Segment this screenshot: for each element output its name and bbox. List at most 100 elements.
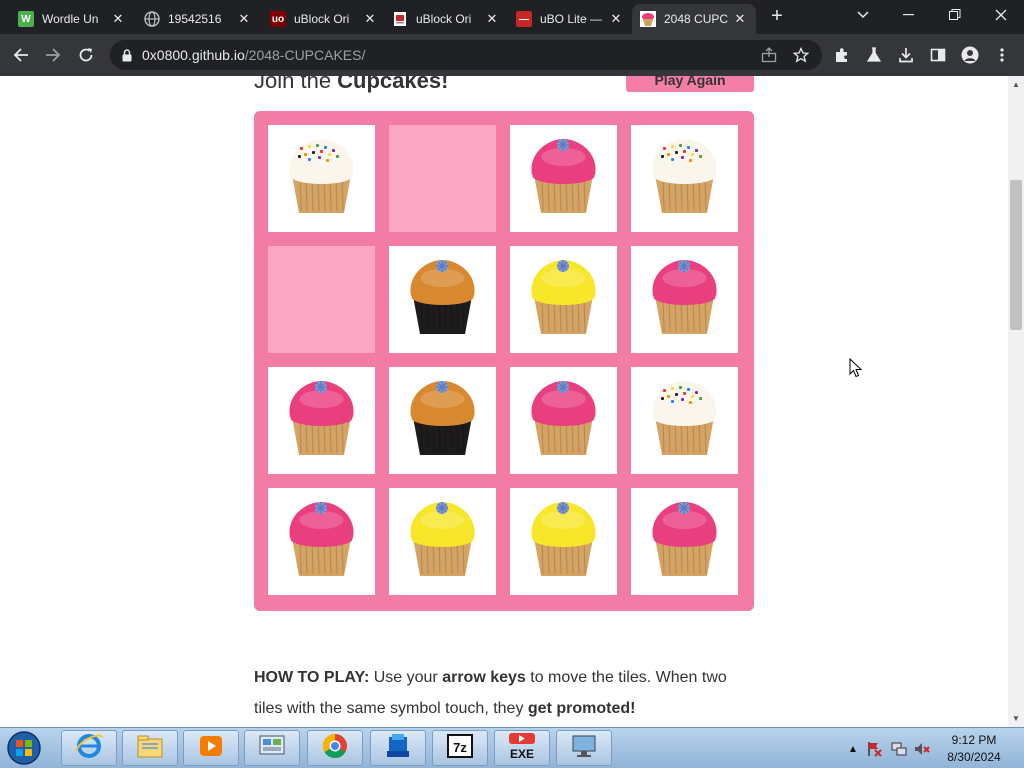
forward-button[interactable] [39,41,67,69]
reload-icon [79,48,93,62]
taskbar-file-explorer-button[interactable] [122,730,178,766]
tab-title: 2048 CUPC [664,12,729,26]
download-icon[interactable] [896,45,916,65]
ubo-lite-icon: — [516,11,532,27]
reload-button[interactable] [72,41,100,69]
cupcake-favicon [640,11,656,27]
minimize-icon [903,14,914,16]
tab-0[interactable]: W Wordle Un ✕ [10,4,134,34]
document-icon [392,11,408,27]
restore-button[interactable] [932,0,978,30]
share-icon[interactable] [760,46,778,64]
pink-cupcake-tile [631,488,738,595]
tab-3[interactable]: uBlock Ori ✕ [384,4,508,34]
tab-close-icon[interactable]: ✕ [362,11,378,27]
tab-close-icon[interactable]: ✕ [732,11,748,27]
wordle-w-icon: W [18,11,34,27]
yellow-cupcake-icon [531,260,596,334]
media-player-icon [196,731,226,766]
close-window-button[interactable] [978,0,1024,30]
yellow-cupcake-icon [531,502,596,576]
kebab-menu-icon[interactable] [992,45,1012,65]
show-hidden-icons-icon[interactable]: ▲ [845,741,861,757]
page-heading: Join the Cupcakes! [254,76,448,94]
tab-4[interactable]: — uBO Lite — ✕ [508,4,632,34]
tab-close-icon[interactable]: ✕ [484,11,500,27]
taskbar-media-player-button[interactable] [183,730,239,766]
vertical-scrollbar[interactable] [1008,76,1024,727]
pink-cupcake-tile [268,367,375,474]
ublock-icon: uo [270,11,286,27]
howto-bold-1: arrow keys [442,669,526,686]
volume-muted-icon[interactable] [914,741,930,757]
tab-title: uBO Lite — [540,12,603,26]
flask-icon[interactable] [864,45,884,65]
system-clock[interactable]: 9:12 PM 8/30/2024 [936,732,1012,766]
tab-search-button[interactable] [840,0,886,30]
taskbar-youtube-exe-button[interactable]: EXE [494,730,550,766]
page-content: Join the Cupcakes! Play Again HOW TO PLA… [0,76,1008,727]
howto-bold-2: get promoted! [527,700,636,717]
taskbar-remote-desktop-button[interactable] [556,730,612,766]
play-again-button[interactable]: Play Again [626,76,754,92]
pink-cupcake-tile [631,246,738,353]
7zip-icon: 7z [445,731,475,766]
tab-title: 19542516 [168,12,222,26]
bookmark-star-icon[interactable] [792,46,810,64]
heading-prefix: Join the [254,76,338,93]
taskbar-app-installer-button[interactable] [370,730,426,766]
url-host: 0x0800.github.io [142,47,245,63]
side-panel-icon[interactable] [928,45,948,65]
tab-2[interactable]: uo uBlock Ori ✕ [262,4,386,34]
tab-title: uBlock Ori [416,12,472,26]
url-text[interactable]: 0x0800.github.io/2048-CUPCAKES/ [142,47,365,63]
profile-avatar-icon[interactable] [960,45,980,65]
taskbar-internet-explorer-button[interactable] [61,730,117,766]
yellow-cupcake-tile [510,488,617,595]
clock-time: 9:12 PM [951,733,997,747]
scroll-up-arrow[interactable]: ▲ [1010,80,1022,90]
heading-bold: Cupcakes! [337,76,449,93]
pink-cupcake-tile [510,367,617,474]
taskbar-control-panel-button[interactable] [244,730,300,766]
minimize-button[interactable] [886,0,932,30]
action-center-flag-icon[interactable] [866,741,882,757]
tab-title: uBlock Ori [294,12,350,26]
tab-close-icon[interactable]: ✕ [110,11,126,27]
mouse-cursor-icon [849,357,863,384]
yellow-cupcake-tile [389,488,496,595]
taskbar-chrome-button[interactable] [307,730,363,766]
pink-cupcake-icon [652,502,717,576]
tab-close-icon[interactable]: ✕ [236,11,252,27]
sprinkle-cupcake-tile [631,125,738,232]
sprinkle-cupcake-icon [652,381,717,455]
taskbar-7zip-button[interactable]: 7z [432,730,488,766]
new-tab-button[interactable]: + [766,6,788,28]
file-explorer-icon [135,731,165,766]
pink-cupcake-tile [268,488,375,595]
restore-icon [949,9,961,20]
globe-icon [144,11,160,27]
yellow-cupcake-tile [510,246,617,353]
pink-cupcake-icon [531,381,596,455]
tab-5[interactable]: 2048 CUPC ✕ [632,4,756,34]
how-to-play: HOW TO PLAY: Use your arrow keys to move… [254,662,754,724]
extensions-puzzle-icon[interactable] [832,45,852,65]
scrollbar-thumb[interactable] [1010,180,1022,330]
windows-orb-icon [7,731,41,765]
network-icon[interactable] [891,741,907,757]
start-button[interactable] [4,729,44,767]
tab-1[interactable]: 19542516 ✕ [136,4,260,34]
tab-close-icon[interactable]: ✕ [608,11,624,27]
back-button[interactable] [7,41,35,69]
app-installer-icon [383,731,413,766]
chrome-icon [320,731,350,766]
scroll-down-arrow[interactable]: ▼ [1010,714,1022,724]
tab-title: Wordle Un [42,12,99,26]
sprinkle-cupcake-tile [631,367,738,474]
caramel-cupcake-icon [410,260,475,334]
yellow-cupcake-icon [410,502,475,576]
lock-icon[interactable] [122,49,132,67]
arrow-right-icon [46,48,61,62]
caramel-cupcake-icon [410,381,475,455]
